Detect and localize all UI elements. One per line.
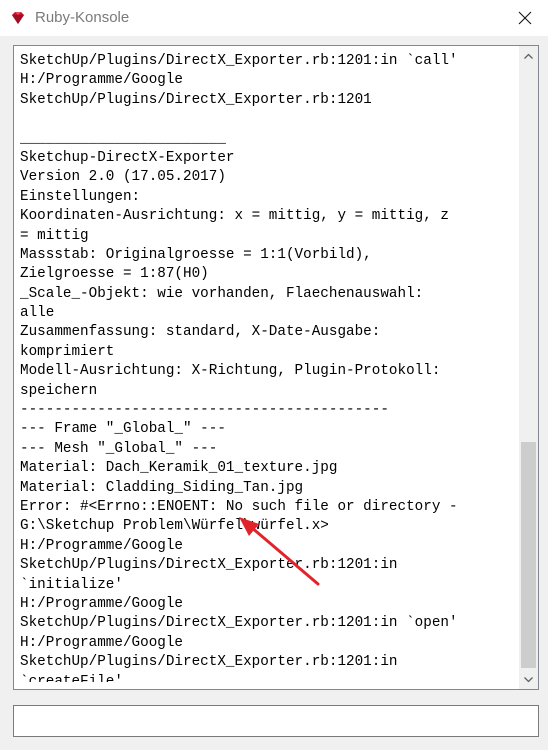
console-line: komprimiert — [20, 343, 115, 360]
scroll-down-button[interactable] — [519, 670, 538, 689]
window-title: Ruby-Konsole — [35, 9, 130, 26]
console-line: Koordinaten-Ausrichtung: x = mittig, y =… — [20, 208, 449, 225]
console-line: H:/Programme/Google — [20, 72, 184, 89]
console-line: H:/Programme/Google — [20, 634, 184, 651]
console-line: `createFile' — [20, 673, 123, 683]
scroll-up-button[interactable] — [519, 46, 538, 65]
console-line: G:\Sketchup Problem\Würfel\würfel.x> — [20, 518, 329, 535]
console-line: Version 2.0 (17.05.2017) — [20, 169, 226, 186]
console-line: Material: Cladding_Siding_Tan.jpg — [20, 479, 304, 496]
console-line: Massstab: Originalgroesse = 1:1(Vorbild)… — [20, 246, 372, 263]
vertical-scrollbar[interactable] — [519, 46, 538, 689]
console-line: Zusammenfassung: standard, X-Date-Ausgab… — [20, 324, 381, 341]
console-line: H:/Programme/Google — [20, 537, 184, 554]
console-line: Error: #<Errno::ENOENT: No such file or … — [20, 498, 458, 515]
console-line: H:/Programme/Google — [20, 595, 184, 612]
scroll-thumb[interactable] — [521, 442, 536, 668]
chevron-down-icon — [524, 676, 533, 682]
console-line: Einstellungen: — [20, 188, 141, 205]
console-line: = mittig — [20, 227, 89, 244]
console-line: Zielgroesse = 1:87(H0) — [20, 266, 209, 283]
title-bar: Ruby-Konsole — [0, 0, 548, 36]
console-line: --- Mesh "_Global_" --- — [20, 440, 218, 457]
close-button[interactable] — [502, 0, 548, 36]
ruby-icon — [12, 12, 24, 24]
console-line: `initialize' — [20, 576, 123, 593]
ruby-command-input[interactable] — [13, 705, 539, 737]
console-output-text: SketchUp/Plugins/DirectX_Exporter.rb:120… — [20, 52, 516, 682]
console-line: speichern — [20, 382, 98, 399]
console-line: _Scale_-Objekt: wie vorhanden, Flaechena… — [20, 285, 424, 302]
console-line: SketchUp/Plugins/DirectX_Exporter.rb:120… — [20, 557, 398, 574]
console-line: --- Frame "_Global_" --- — [20, 421, 226, 438]
chevron-up-icon — [524, 53, 533, 59]
console-line: Material: Dach_Keramik_01_texture.jpg — [20, 460, 338, 477]
close-icon — [518, 11, 532, 25]
console-line: SketchUp/Plugins/DirectX_Exporter.rb:120… — [20, 615, 458, 632]
console-line: ----------------------------------------… — [20, 402, 389, 419]
console-line: alle — [20, 305, 55, 322]
console-output[interactable]: SketchUp/Plugins/DirectX_Exporter.rb:120… — [13, 45, 539, 690]
console-line: Sketchup-DirectX-Exporter — [20, 149, 235, 166]
console-line: SketchUp/Plugins/DirectX_Exporter.rb:120… — [20, 53, 458, 69]
console-line: SketchUp/Plugins/DirectX_Exporter.rb:120… — [20, 654, 398, 671]
console-line: ________________________ — [20, 130, 226, 147]
console-line: SketchUp/Plugins/DirectX_Exporter.rb:120… — [20, 91, 372, 108]
console-line: Modell-Ausrichtung: X-Richtung, Plugin-P… — [20, 363, 441, 380]
